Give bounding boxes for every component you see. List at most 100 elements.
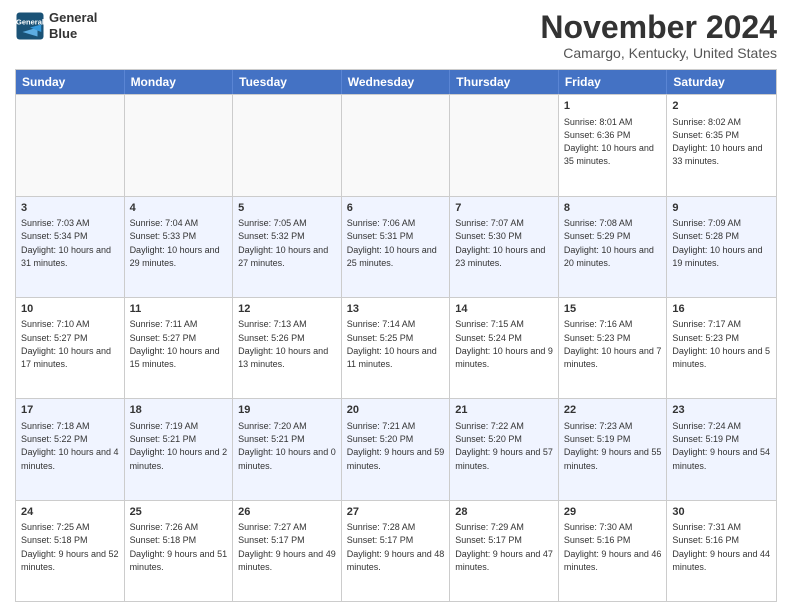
day-cell-29: 29 Sunrise: 7:30 AMSunset: 5:16 PMDaylig… [559, 501, 668, 601]
day-info: Sunrise: 7:13 AMSunset: 5:26 PMDaylight:… [238, 319, 328, 369]
day-cell-27: 27 Sunrise: 7:28 AMSunset: 5:17 PMDaylig… [342, 501, 451, 601]
day-number: 21 [455, 403, 553, 418]
day-info: Sunrise: 7:10 AMSunset: 5:27 PMDaylight:… [21, 319, 111, 369]
day-info: Sunrise: 8:02 AMSunset: 6:35 PMDaylight:… [672, 117, 762, 167]
day-info: Sunrise: 7:30 AMSunset: 5:16 PMDaylight:… [564, 522, 662, 572]
day-cell-9: 9 Sunrise: 7:09 AMSunset: 5:28 PMDayligh… [667, 197, 776, 297]
week-row-0: 1 Sunrise: 8:01 AMSunset: 6:36 PMDayligh… [16, 94, 776, 195]
day-number: 28 [455, 505, 553, 520]
day-info: Sunrise: 7:04 AMSunset: 5:33 PMDaylight:… [130, 218, 220, 268]
day-number: 24 [21, 505, 119, 520]
day-cell-13: 13 Sunrise: 7:14 AMSunset: 5:25 PMDaylig… [342, 298, 451, 398]
day-info: Sunrise: 7:05 AMSunset: 5:32 PMDaylight:… [238, 218, 328, 268]
day-number: 23 [672, 403, 771, 418]
day-cell-15: 15 Sunrise: 7:16 AMSunset: 5:23 PMDaylig… [559, 298, 668, 398]
day-cell-11: 11 Sunrise: 7:11 AMSunset: 5:27 PMDaylig… [125, 298, 234, 398]
day-info: Sunrise: 7:21 AMSunset: 5:20 PMDaylight:… [347, 421, 445, 471]
calendar: Sunday Monday Tuesday Wednesday Thursday… [15, 69, 777, 602]
day-cell-1: 1 Sunrise: 8:01 AMSunset: 6:36 PMDayligh… [559, 95, 668, 195]
logo: General General Blue [15, 10, 97, 41]
header-wednesday: Wednesday [342, 70, 451, 94]
day-cell-8: 8 Sunrise: 7:08 AMSunset: 5:29 PMDayligh… [559, 197, 668, 297]
header-tuesday: Tuesday [233, 70, 342, 94]
day-number: 1 [564, 99, 662, 114]
day-cell-26: 26 Sunrise: 7:27 AMSunset: 5:17 PMDaylig… [233, 501, 342, 601]
day-info: Sunrise: 7:28 AMSunset: 5:17 PMDaylight:… [347, 522, 445, 572]
day-info: Sunrise: 7:26 AMSunset: 5:18 PMDaylight:… [130, 522, 228, 572]
day-cell-10: 10 Sunrise: 7:10 AMSunset: 5:27 PMDaylig… [16, 298, 125, 398]
day-cell-14: 14 Sunrise: 7:15 AMSunset: 5:24 PMDaylig… [450, 298, 559, 398]
day-cell-28: 28 Sunrise: 7:29 AMSunset: 5:17 PMDaylig… [450, 501, 559, 601]
day-cell-6: 6 Sunrise: 7:06 AMSunset: 5:31 PMDayligh… [342, 197, 451, 297]
header-saturday: Saturday [667, 70, 776, 94]
day-info: Sunrise: 7:25 AMSunset: 5:18 PMDaylight:… [21, 522, 119, 572]
day-number: 17 [21, 403, 119, 418]
location: Camargo, Kentucky, United States [540, 45, 777, 61]
day-cell-12: 12 Sunrise: 7:13 AMSunset: 5:26 PMDaylig… [233, 298, 342, 398]
day-cell-3: 3 Sunrise: 7:03 AMSunset: 5:34 PMDayligh… [16, 197, 125, 297]
day-number: 2 [672, 99, 771, 114]
day-number: 16 [672, 302, 771, 317]
month-title: November 2024 [540, 10, 777, 45]
day-info: Sunrise: 8:01 AMSunset: 6:36 PMDaylight:… [564, 117, 654, 167]
day-number: 6 [347, 201, 445, 216]
day-number: 5 [238, 201, 336, 216]
day-number: 25 [130, 505, 228, 520]
day-cell-7: 7 Sunrise: 7:07 AMSunset: 5:30 PMDayligh… [450, 197, 559, 297]
day-cell-18: 18 Sunrise: 7:19 AMSunset: 5:21 PMDaylig… [125, 399, 234, 499]
day-number: 27 [347, 505, 445, 520]
day-number: 26 [238, 505, 336, 520]
day-number: 9 [672, 201, 771, 216]
day-cell-24: 24 Sunrise: 7:25 AMSunset: 5:18 PMDaylig… [16, 501, 125, 601]
page: General General Blue November 2024 Camar… [0, 0, 792, 612]
day-info: Sunrise: 7:11 AMSunset: 5:27 PMDaylight:… [130, 319, 220, 369]
week-row-4: 24 Sunrise: 7:25 AMSunset: 5:18 PMDaylig… [16, 500, 776, 601]
empty-cell-0-2 [233, 95, 342, 195]
day-info: Sunrise: 7:23 AMSunset: 5:19 PMDaylight:… [564, 421, 662, 471]
week-row-1: 3 Sunrise: 7:03 AMSunset: 5:34 PMDayligh… [16, 196, 776, 297]
day-info: Sunrise: 7:20 AMSunset: 5:21 PMDaylight:… [238, 421, 336, 471]
day-number: 12 [238, 302, 336, 317]
day-number: 22 [564, 403, 662, 418]
day-cell-16: 16 Sunrise: 7:17 AMSunset: 5:23 PMDaylig… [667, 298, 776, 398]
day-number: 10 [21, 302, 119, 317]
day-info: Sunrise: 7:27 AMSunset: 5:17 PMDaylight:… [238, 522, 336, 572]
header: General General Blue November 2024 Camar… [15, 10, 777, 61]
empty-cell-0-0 [16, 95, 125, 195]
day-info: Sunrise: 7:09 AMSunset: 5:28 PMDaylight:… [672, 218, 762, 268]
day-number: 18 [130, 403, 228, 418]
calendar-body: 1 Sunrise: 8:01 AMSunset: 6:36 PMDayligh… [16, 94, 776, 601]
day-info: Sunrise: 7:31 AMSunset: 5:16 PMDaylight:… [672, 522, 770, 572]
day-info: Sunrise: 7:17 AMSunset: 5:23 PMDaylight:… [672, 319, 770, 369]
day-cell-5: 5 Sunrise: 7:05 AMSunset: 5:32 PMDayligh… [233, 197, 342, 297]
day-number: 19 [238, 403, 336, 418]
day-cell-20: 20 Sunrise: 7:21 AMSunset: 5:20 PMDaylig… [342, 399, 451, 499]
logo-icon: General [15, 11, 45, 41]
day-number: 8 [564, 201, 662, 216]
day-info: Sunrise: 7:16 AMSunset: 5:23 PMDaylight:… [564, 319, 662, 369]
day-info: Sunrise: 7:14 AMSunset: 5:25 PMDaylight:… [347, 319, 437, 369]
day-cell-17: 17 Sunrise: 7:18 AMSunset: 5:22 PMDaylig… [16, 399, 125, 499]
day-number: 7 [455, 201, 553, 216]
day-info: Sunrise: 7:22 AMSunset: 5:20 PMDaylight:… [455, 421, 553, 471]
day-info: Sunrise: 7:08 AMSunset: 5:29 PMDaylight:… [564, 218, 654, 268]
day-cell-19: 19 Sunrise: 7:20 AMSunset: 5:21 PMDaylig… [233, 399, 342, 499]
day-info: Sunrise: 7:18 AMSunset: 5:22 PMDaylight:… [21, 421, 119, 471]
day-number: 3 [21, 201, 119, 216]
day-cell-2: 2 Sunrise: 8:02 AMSunset: 6:35 PMDayligh… [667, 95, 776, 195]
day-number: 11 [130, 302, 228, 317]
day-number: 14 [455, 302, 553, 317]
week-row-3: 17 Sunrise: 7:18 AMSunset: 5:22 PMDaylig… [16, 398, 776, 499]
day-info: Sunrise: 7:29 AMSunset: 5:17 PMDaylight:… [455, 522, 553, 572]
day-info: Sunrise: 7:03 AMSunset: 5:34 PMDaylight:… [21, 218, 111, 268]
week-row-2: 10 Sunrise: 7:10 AMSunset: 5:27 PMDaylig… [16, 297, 776, 398]
empty-cell-0-1 [125, 95, 234, 195]
day-number: 4 [130, 201, 228, 216]
title-block: November 2024 Camargo, Kentucky, United … [540, 10, 777, 61]
day-number: 29 [564, 505, 662, 520]
day-info: Sunrise: 7:24 AMSunset: 5:19 PMDaylight:… [672, 421, 770, 471]
empty-cell-0-4 [450, 95, 559, 195]
day-info: Sunrise: 7:07 AMSunset: 5:30 PMDaylight:… [455, 218, 545, 268]
day-cell-22: 22 Sunrise: 7:23 AMSunset: 5:19 PMDaylig… [559, 399, 668, 499]
day-cell-21: 21 Sunrise: 7:22 AMSunset: 5:20 PMDaylig… [450, 399, 559, 499]
